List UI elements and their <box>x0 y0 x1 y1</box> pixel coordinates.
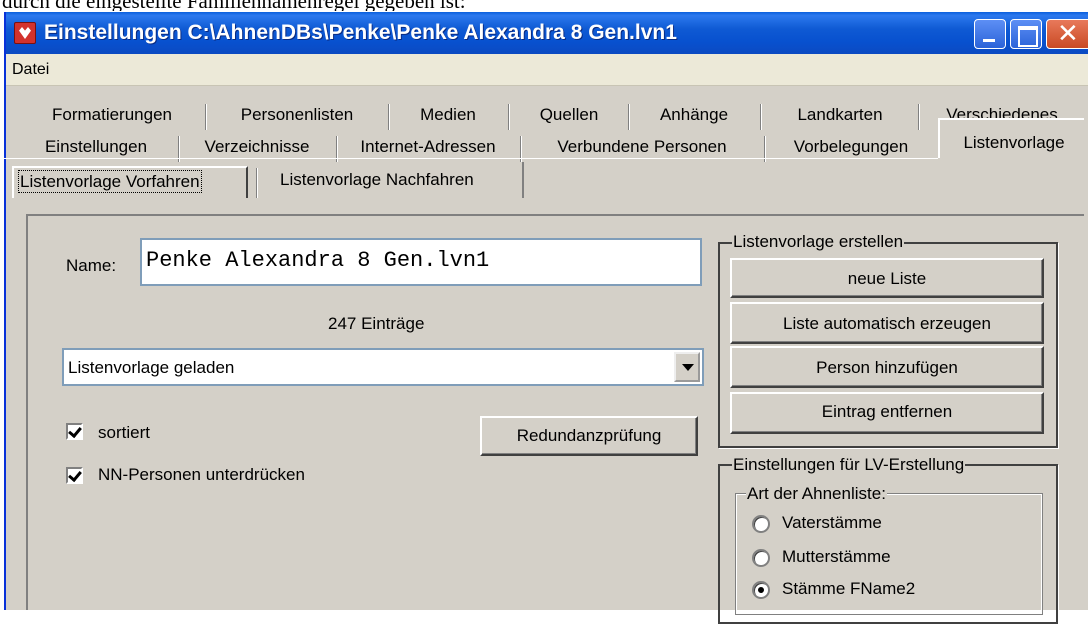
tab-underline <box>0 158 938 160</box>
subtab-label-vorfahren: Listenvorlage Vorfahren <box>18 170 202 193</box>
radio-label-vaterstaemme: Vaterstämme <box>782 513 882 532</box>
sorted-checkbox[interactable] <box>66 423 83 440</box>
close-button[interactable] <box>1046 19 1088 49</box>
radio-mutterstaemme[interactable] <box>752 549 770 567</box>
tab-anhaenge[interactable]: Anhänge <box>632 100 756 132</box>
minimize-button[interactable] <box>974 19 1006 49</box>
radio-label-staemme-fname2: Stämme FName2 <box>782 579 916 598</box>
tab-personenlisten[interactable]: Personenlisten <box>212 100 382 132</box>
new-list-button[interactable]: neue Liste <box>730 258 1044 298</box>
radio-staemme-fname2[interactable] <box>752 581 770 599</box>
menu-bar: Datei <box>6 54 1088 86</box>
auto-generate-list-button[interactable]: Liste automatisch erzeugen <box>730 302 1044 344</box>
tab-row-1: Formatierungen Personenlisten Medien Que… <box>0 100 1088 132</box>
nn-suppress-checkbox[interactable] <box>66 467 83 484</box>
status-combobox[interactable]: Listenvorlage geladen <box>62 348 704 386</box>
subtab-listenvorlage-nachfahren[interactable]: Listenvorlage Nachfahren <box>262 162 524 198</box>
sorted-label: sortiert <box>98 423 150 442</box>
document-text-line: durch die eingestellte Familiennamenrege… <box>2 0 1082 11</box>
radio-vaterstaemme[interactable] <box>752 515 770 533</box>
nn-suppress-label: NN-Personen unterdrücken <box>98 465 305 484</box>
ancestor-list-type-title: Art der Ahnenliste: <box>746 484 887 504</box>
name-field[interactable]: Penke Alexandra 8 Gen.lvn1 <box>140 238 702 286</box>
tab-quellen[interactable]: Quellen <box>514 100 624 132</box>
redundancy-check-button[interactable]: Redundanzprüfung <box>480 416 698 456</box>
status-combobox-value: Listenvorlage geladen <box>68 358 235 377</box>
chevron-down-icon[interactable] <box>674 352 700 382</box>
maximize-button[interactable] <box>1010 19 1042 49</box>
entries-count: 247 Einträge <box>328 314 425 333</box>
remove-entry-button[interactable]: Eintrag entfernen <box>730 392 1044 434</box>
create-list-group-title: Listenvorlage erstellen <box>732 232 905 252</box>
lv-settings-group-title: Einstellungen für LV-Erstellung <box>732 455 966 475</box>
window-title: Einstellungen C:\AhnenDBs\Penke\Penke Al… <box>44 21 677 44</box>
menu-datei[interactable]: Datei <box>12 61 49 79</box>
radio-label-mutterstaemme: Mutterstämme <box>782 547 891 566</box>
name-label: Name: <box>66 256 117 275</box>
tab-formatierungen[interactable]: Formatierungen <box>18 100 206 132</box>
app-icon[interactable] <box>14 22 36 44</box>
tab-landkarten[interactable]: Landkarten <box>764 100 916 132</box>
title-bar[interactable]: Einstellungen C:\AhnenDBs\Penke\Penke Al… <box>6 12 1088 54</box>
tab-listenvorlage[interactable]: Listenvorlage <box>944 128 1084 160</box>
subtab-listenvorlage-vorfahren[interactable]: Listenvorlage Vorfahren <box>12 166 248 198</box>
add-person-button[interactable]: Person hinzufügen <box>730 346 1044 388</box>
tab-medien[interactable]: Medien <box>392 100 504 132</box>
